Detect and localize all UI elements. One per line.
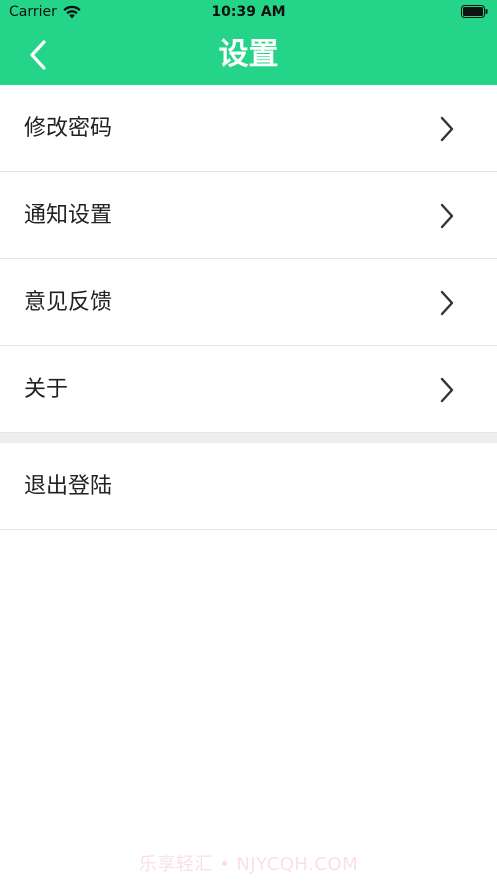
chevron-right-icon bbox=[440, 203, 454, 229]
logout-label: 退出登陆 bbox=[24, 474, 113, 499]
chevron-right-icon bbox=[440, 116, 454, 142]
settings-item-label: 修改密码 bbox=[24, 116, 113, 141]
settings-item-notification[interactable]: 通知设置 bbox=[0, 172, 497, 259]
section-divider bbox=[0, 433, 497, 443]
page-title: 设置 bbox=[218, 37, 279, 72]
chevron-right-icon bbox=[440, 290, 454, 316]
settings-list: 修改密码 通知设置 意见反馈 关于 退出登陆 bbox=[0, 85, 497, 530]
settings-item-label: 关于 bbox=[24, 377, 69, 402]
logout-button[interactable]: 退出登陆 bbox=[0, 443, 497, 530]
battery-icon bbox=[461, 5, 488, 18]
navigation-bar: 设置 bbox=[0, 26, 497, 85]
watermark: 乐享轻汇 • NJYCQH.COM bbox=[138, 854, 359, 875]
settings-item-label: 通知设置 bbox=[24, 203, 113, 228]
settings-item-about[interactable]: 关于 bbox=[0, 346, 497, 433]
app-header: Carrier 10:39 AM 设置 bbox=[0, 0, 497, 85]
status-time: 10:39 AM bbox=[211, 4, 286, 20]
app-screen: Carrier 10:39 AM 设置 修改密码 通知设置 意见反馈 关于 退出… bbox=[0, 0, 497, 883]
chevron-right-icon bbox=[440, 377, 454, 403]
status-bar: Carrier 10:39 AM bbox=[0, 0, 497, 26]
settings-item-label: 意见反馈 bbox=[24, 290, 113, 315]
settings-item-change-password[interactable]: 修改密码 bbox=[0, 85, 497, 172]
settings-item-feedback[interactable]: 意见反馈 bbox=[0, 259, 497, 346]
